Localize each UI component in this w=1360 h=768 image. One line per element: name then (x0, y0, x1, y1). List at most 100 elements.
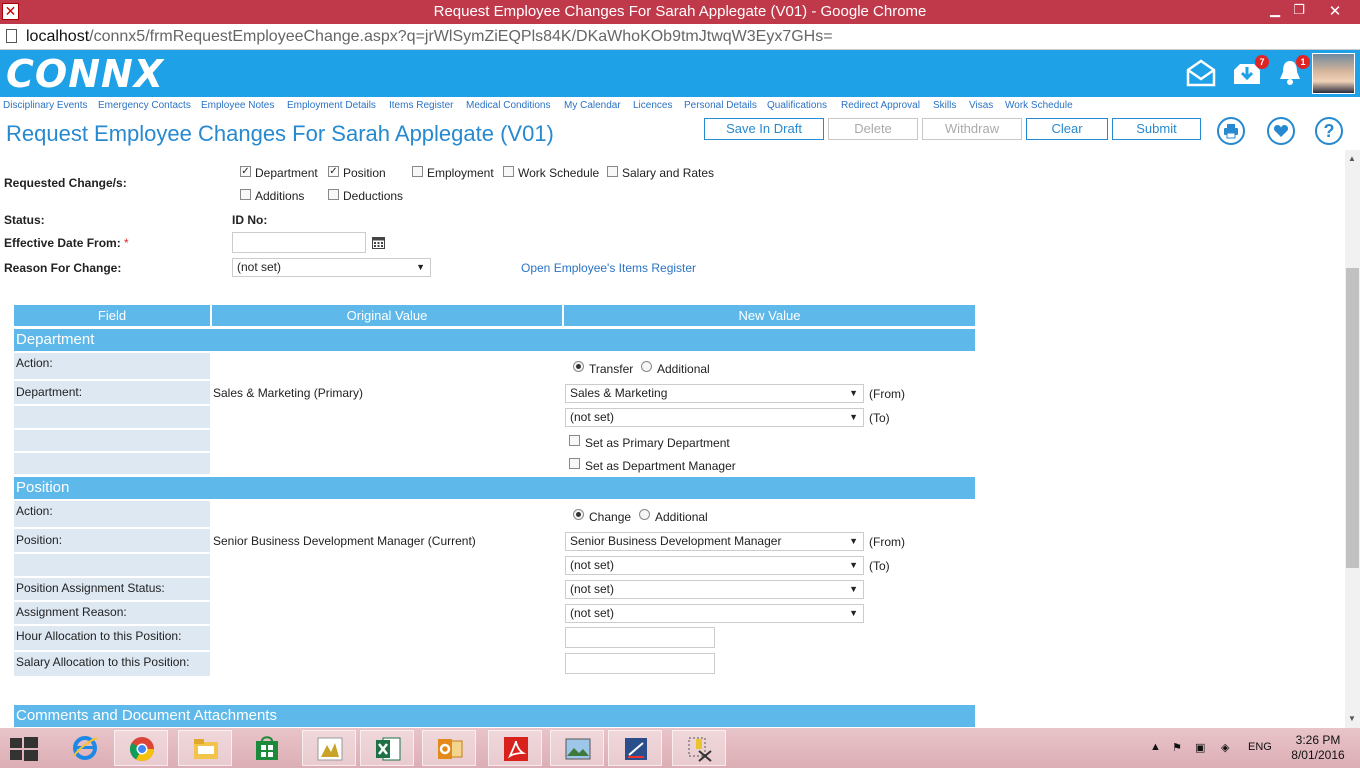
comments-section-header: Comments and Document Attachments (14, 705, 975, 727)
menu-my-calendar[interactable]: My Calendar (564, 100, 621, 111)
favourite-heart-icon[interactable] (1267, 117, 1295, 145)
pos-to-value: (not set) (570, 558, 615, 572)
taskbar-clock[interactable]: 3:26 PM 8/01/2016 (1283, 733, 1353, 763)
language-indicator[interactable]: ENG (1248, 741, 1272, 753)
dropdown-caret-icon: ▼ (849, 560, 858, 570)
menu-medical-conditions[interactable]: Medical Conditions (466, 100, 551, 111)
work-schedule-checkbox[interactable] (503, 166, 514, 177)
connx-logo[interactable]: CONNX (6, 52, 164, 96)
department-checkbox[interactable]: ✓ (240, 166, 251, 177)
dept-empty-cell (14, 453, 210, 474)
dept-to-value: (not set) (570, 410, 615, 424)
menu-skills[interactable]: Skills (933, 100, 956, 111)
reason-for-change-select[interactable]: (not set) ▼ (232, 258, 431, 277)
pos-position-label: Position: (14, 529, 210, 552)
salary-rates-option-label: Salary and Rates (622, 166, 715, 180)
hour-allocation-input[interactable] (565, 627, 715, 648)
outlook-icon[interactable] (422, 730, 476, 766)
maximize-button[interactable]: ❐ (1286, 2, 1312, 18)
original-value-column-header: Original Value (212, 305, 562, 326)
menu-qualifications[interactable]: Qualifications (767, 100, 827, 111)
withdraw-button[interactable]: Withdraw (922, 118, 1022, 140)
download-badge: 7 (1255, 55, 1269, 69)
internet-explorer-icon[interactable] (58, 730, 112, 766)
save-in-draft-button[interactable]: Save In Draft (704, 118, 824, 140)
print-icon[interactable] (1217, 117, 1245, 145)
acrobat-icon[interactable] (488, 730, 542, 766)
vertical-scrollbar[interactable]: ▲ ▼ (1345, 150, 1360, 728)
mail-icon[interactable] (1185, 58, 1217, 88)
employment-checkbox[interactable] (412, 166, 423, 177)
menu-disciplinary-events[interactable]: Disciplinary Events (3, 100, 87, 111)
chart-app-icon[interactable] (302, 730, 356, 766)
url-text[interactable]: localhost/connx5/frmRequestEmployeeChang… (26, 28, 833, 46)
address-bar[interactable]: localhost/connx5/frmRequestEmployeeChang… (0, 24, 1360, 50)
clear-button[interactable]: Clear (1026, 118, 1108, 140)
tray-expand-arrow-icon[interactable]: ▲ (1150, 741, 1161, 753)
pos-assign-reason-label: Assignment Reason: (14, 602, 210, 624)
salary-allocation-input[interactable] (565, 653, 715, 674)
scroll-thumb[interactable] (1346, 268, 1359, 568)
minimize-button[interactable]: ▁ (1262, 2, 1288, 18)
salary-rates-checkbox[interactable] (607, 166, 618, 177)
store-icon[interactable] (240, 730, 294, 766)
scroll-up-arrow-icon[interactable]: ▲ (1348, 154, 1356, 163)
menu-licences[interactable]: Licences (633, 100, 672, 111)
menu-items-register[interactable]: Items Register (389, 100, 453, 111)
snipping-tool-icon[interactable] (672, 730, 726, 766)
menu-employment-details[interactable]: Employment Details (287, 100, 376, 111)
delete-button[interactable]: Delete (828, 118, 918, 140)
set-primary-dept-checkbox[interactable] (569, 435, 580, 446)
menu-work-schedule[interactable]: Work Schedule (1005, 100, 1073, 111)
transfer-radio[interactable] (573, 361, 584, 372)
dept-to-select[interactable]: (not set) ▼ (565, 408, 864, 427)
chrome-icon[interactable] (114, 730, 168, 766)
open-items-register-link[interactable]: Open Employee's Items Register (521, 261, 696, 275)
page-icon (6, 29, 17, 43)
pos-to-select[interactable]: (not set) ▼ (565, 556, 864, 575)
windows-start-icon[interactable] (10, 737, 38, 766)
dept-department-label: Department: (14, 381, 210, 404)
set-dept-manager-checkbox[interactable] (569, 458, 580, 469)
assign-reason-select[interactable]: (not set) ▼ (565, 604, 864, 623)
menu-redirect-approval[interactable]: Redirect Approval (841, 100, 920, 111)
dept-additional-radio[interactable] (641, 361, 652, 372)
close-window-button[interactable]: ✕ (1322, 2, 1348, 20)
visual-studio-icon[interactable] (608, 730, 662, 766)
dept-from-select[interactable]: Sales & Marketing ▼ (565, 384, 864, 403)
menu-visas[interactable]: Visas (969, 100, 993, 111)
photo-viewer-icon[interactable] (550, 730, 604, 766)
deductions-option-label: Deductions (343, 189, 404, 203)
pos-from-select[interactable]: Senior Business Development Manager ▼ (565, 532, 864, 551)
volume-icon[interactable]: ◈ (1221, 741, 1229, 754)
change-radio[interactable] (573, 509, 584, 520)
requested-changes-label: Requested Change/s: (4, 176, 127, 190)
network-icon[interactable]: ▣ (1195, 741, 1205, 754)
file-explorer-icon[interactable] (178, 730, 232, 766)
module-menu: Disciplinary Events Emergency Contacts E… (0, 97, 1345, 116)
calendar-icon[interactable] (372, 236, 385, 254)
menu-emergency-contacts[interactable]: Emergency Contacts (98, 100, 191, 111)
scroll-down-arrow-icon[interactable]: ▼ (1348, 714, 1356, 723)
user-avatar[interactable] (1312, 53, 1355, 94)
menu-personal-details[interactable]: Personal Details (684, 100, 757, 111)
submit-button[interactable]: Submit (1112, 118, 1201, 140)
pos-additional-radio[interactable] (639, 509, 650, 520)
url-path: /connx5/frmRequestEmployeeChange.aspx?q=… (89, 28, 833, 45)
effective-date-input[interactable] (232, 232, 366, 253)
page-title: Request Employee Changes For Sarah Apple… (6, 121, 554, 146)
assign-status-select[interactable]: (not set) ▼ (565, 580, 864, 599)
notification-bell-icon[interactable]: 1 (1276, 55, 1310, 88)
dept-from-tag: (From) (869, 387, 905, 401)
excel-icon[interactable] (360, 730, 414, 766)
help-icon[interactable]: ? (1315, 117, 1343, 145)
deductions-checkbox[interactable] (328, 189, 339, 200)
dept-additional-label: Additional (657, 362, 710, 376)
position-checkbox[interactable]: ✓ (328, 166, 339, 177)
menu-employee-notes[interactable]: Employee Notes (201, 100, 274, 111)
download-inbox-icon[interactable]: 7 (1232, 55, 1269, 88)
action-center-flag-icon[interactable]: ⚑ (1172, 741, 1182, 754)
dept-empty-cell (14, 430, 210, 451)
additions-checkbox[interactable] (240, 189, 251, 200)
dept-empty-cell (14, 406, 210, 428)
